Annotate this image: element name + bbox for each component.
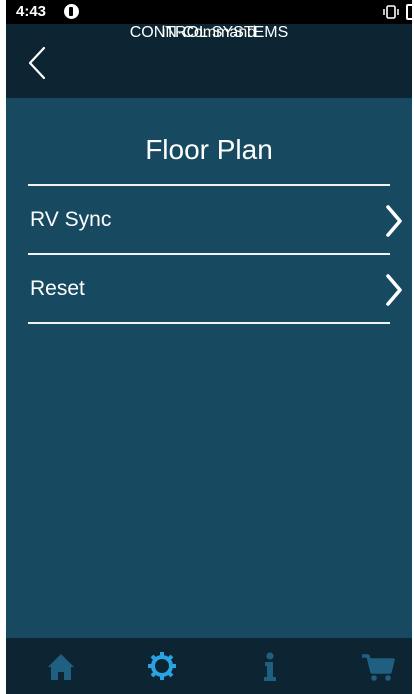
status-time: 4:43 — [16, 3, 47, 20]
main-content: Floor Plan RV Sync Reset — [6, 98, 412, 638]
app-screen: 4:43 iN·Command CONTROL SYSTEMS Floor Pl… — [6, 0, 412, 694]
status-bar: 4:43 — [6, 0, 412, 24]
top-bar: iN·Command CONTROL SYSTEMS — [6, 24, 412, 98]
cart-icon[interactable] — [358, 648, 398, 684]
back-button[interactable] — [24, 46, 52, 80]
divider — [28, 253, 390, 255]
menu-item-rv-sync[interactable]: RV Sync — [28, 188, 404, 254]
divider — [28, 184, 390, 186]
chevron-right-icon — [386, 205, 402, 237]
bottom-nav — [6, 638, 412, 694]
notification-icon — [64, 4, 79, 19]
chevron-right-icon — [386, 274, 402, 306]
vibrate-icon — [383, 5, 399, 19]
page-title: Floor Plan — [145, 134, 273, 165]
home-icon[interactable] — [41, 648, 81, 684]
info-icon[interactable] — [250, 648, 290, 684]
gear-icon[interactable] — [142, 648, 182, 684]
battery-icon — [406, 4, 412, 20]
divider — [28, 322, 390, 324]
menu-item-label: RV Sync — [30, 208, 112, 231]
menu-item-label: Reset — [30, 277, 85, 300]
app-logo-subtitle: CONTROL SYSTEMS — [129, 24, 289, 41]
menu-item-reset[interactable]: Reset — [28, 257, 404, 323]
